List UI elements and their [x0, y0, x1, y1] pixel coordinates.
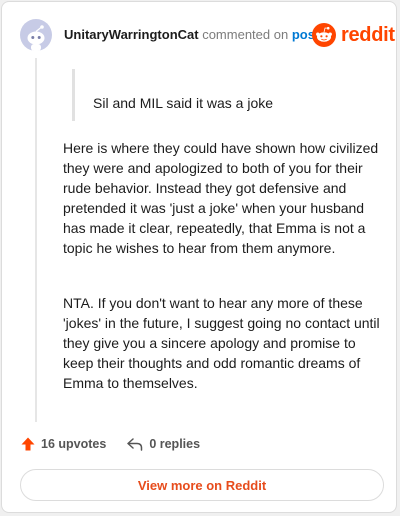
comment-paragraph: Here is where they could have shown how … — [63, 140, 379, 256]
username[interactable]: UnitaryWarringtonCat — [64, 27, 199, 42]
upvote-arrow-icon — [21, 437, 35, 451]
quote-text: Sil and MIL said it was a joke — [93, 95, 274, 111]
comment-actions: 16 upvotes 0 replies — [20, 434, 200, 454]
reddit-logo-icon — [312, 23, 336, 47]
reply-arrow-icon — [127, 438, 143, 451]
user-avatar-icon[interactable] — [20, 19, 52, 51]
reddit-wordmark: reddit — [341, 23, 395, 46]
upvote-button[interactable]: 16 upvotes — [20, 436, 106, 452]
thread-line[interactable] — [35, 58, 37, 422]
reddit-logo[interactable]: reddit — [312, 22, 395, 48]
embedded-comment-card: UnitaryWarringtonCat commented on post r… — [1, 1, 397, 513]
upvote-count: 16 upvotes — [41, 437, 107, 451]
commented-on-text: commented on — [202, 27, 289, 42]
view-more-button[interactable]: View more on Reddit — [20, 469, 384, 501]
comment-paragraph: NTA. If you don't want to hear any more … — [63, 295, 380, 391]
comment-header: UnitaryWarringtonCat commented on post — [64, 27, 319, 43]
view-more-label: View more on Reddit — [137, 477, 267, 493]
replies-button[interactable]: 0 replies — [126, 436, 200, 452]
blockquote: Sil and MIL said it was a joke — [72, 69, 372, 121]
reply-count: 0 replies — [149, 437, 201, 451]
